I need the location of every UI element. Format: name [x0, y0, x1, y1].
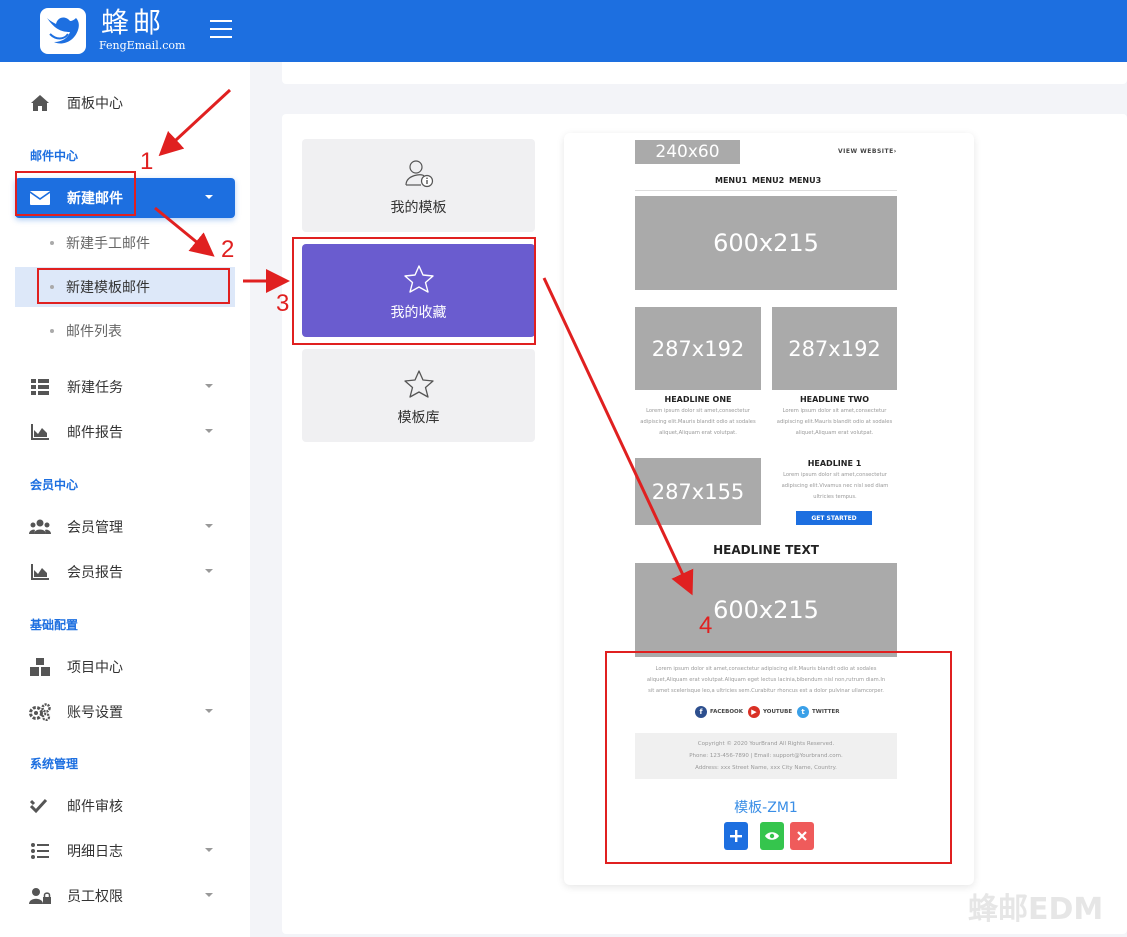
annotation-arrow-4: [542, 277, 694, 596]
annotation-arrows: [154, 88, 694, 596]
annotation-arrow-2: [154, 206, 215, 257]
watermark: 蜂邮EDM: [968, 892, 1104, 927]
annotation-arrow-1: [158, 88, 232, 157]
